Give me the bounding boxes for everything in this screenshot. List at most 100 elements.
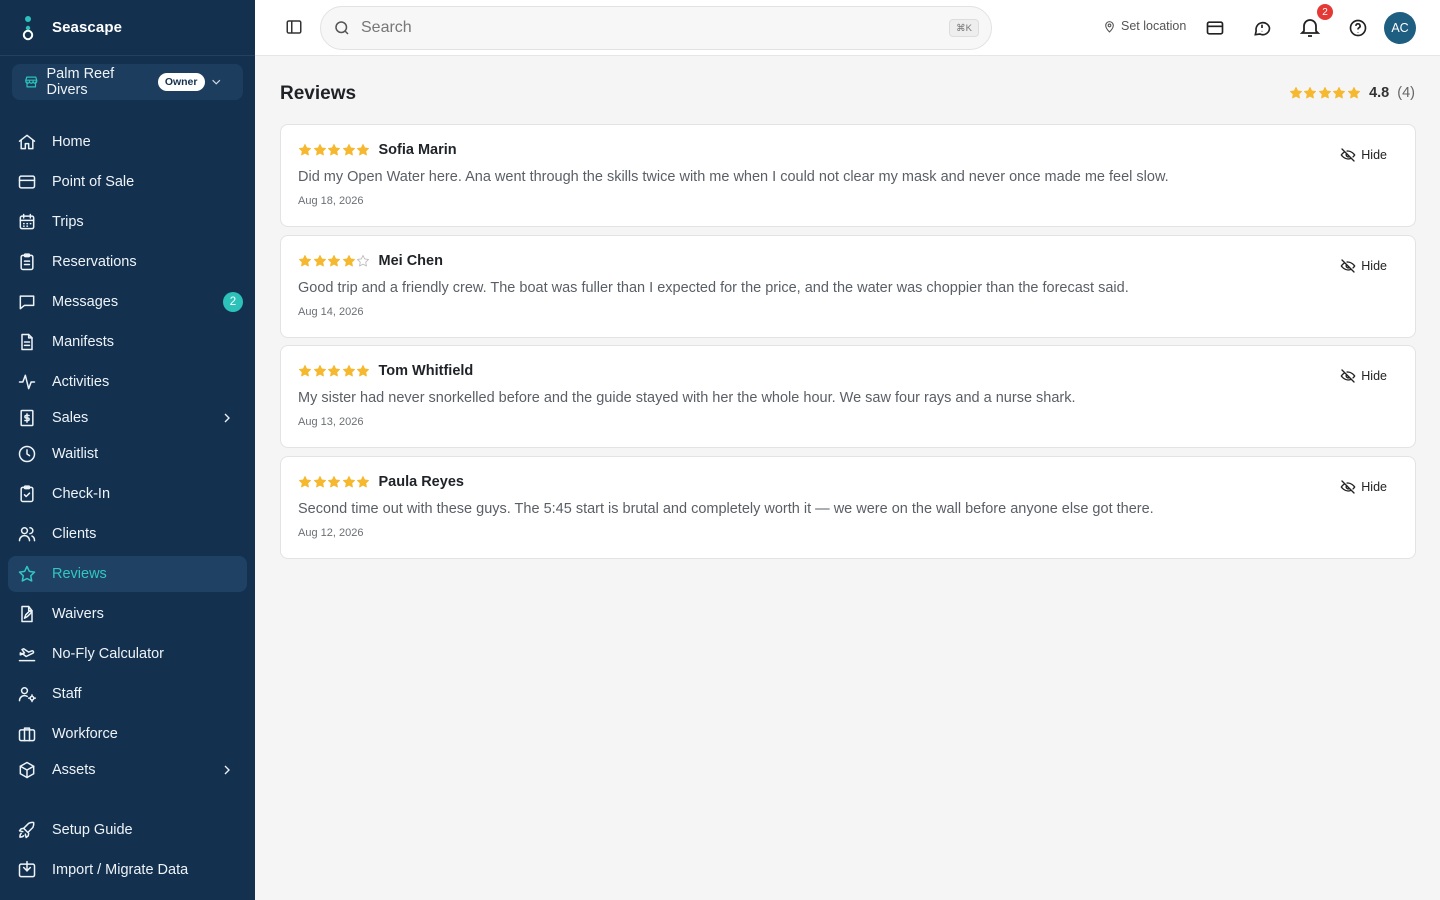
star-filled-icon (1289, 87, 1302, 99)
hide-label: Hide (1361, 480, 1387, 494)
average-stars (1289, 86, 1362, 100)
hide-review-button[interactable]: Hide (1340, 368, 1387, 384)
sidebar-item-waitlist[interactable]: Waitlist (8, 436, 247, 472)
sidebar-item-reservations[interactable]: Reservations (8, 244, 247, 280)
store-icon (25, 76, 38, 88)
review-stars (298, 143, 371, 157)
sidebar-item-label: Staff (52, 686, 82, 702)
star-icon (17, 564, 37, 584)
clock-icon (17, 444, 37, 464)
avatar[interactable]: AC (1384, 12, 1416, 44)
review-date: Aug 14, 2026 (298, 306, 364, 318)
star-filled-icon (342, 476, 355, 488)
review-text: Good trip and a friendly crew. The boat … (298, 280, 1129, 296)
sidebar-item-import-migrate-data[interactable]: Import / Migrate Data (8, 852, 247, 888)
bell-icon[interactable] (1298, 15, 1322, 39)
search-shortcut: ⌘K (949, 19, 979, 37)
user-cog-icon (17, 684, 37, 704)
star-filled-icon (1304, 87, 1317, 99)
star-filled-icon (328, 365, 340, 377)
sidebar-item-label: Check-In (52, 486, 111, 502)
sidebar: Seascape Palm Reef Divers Owner Home Poin… (0, 0, 255, 900)
review-text: Second time out with these guys. The 5:4… (298, 501, 1154, 517)
sidebar-item-label: Point of Sale (52, 174, 135, 190)
star-filled-icon (328, 255, 340, 267)
clipboard-check-icon (17, 484, 37, 504)
sidebar-item-label: Manifests (52, 334, 115, 350)
card-icon[interactable] (1205, 18, 1225, 38)
activity-icon (17, 372, 37, 392)
star-filled-icon (299, 365, 311, 377)
brand-name: Seascape (52, 19, 123, 36)
sidebar-item-no-fly-calculator[interactable]: No-Fly Calculator (8, 636, 247, 672)
star-filled-icon (357, 144, 369, 156)
box-icon (17, 760, 37, 780)
sidebar-item-label: Sales (52, 410, 89, 426)
hide-review-button[interactable]: Hide (1340, 258, 1387, 274)
map-pin-icon (1105, 20, 1114, 33)
review-date: Aug 18, 2026 (298, 195, 364, 207)
unread-badge: 2 (223, 292, 243, 312)
sidebar-item-sales[interactable]: Sales (8, 400, 247, 436)
feedback-icon[interactable] (1252, 18, 1272, 38)
review-header: Sofia Marin (298, 142, 457, 158)
sidebar-item-activities[interactable]: Activities (8, 364, 247, 400)
set-location-button[interactable]: Set location (1103, 19, 1186, 33)
chevron-right-icon (224, 413, 230, 423)
sidebar-item-label: Activities (52, 374, 110, 390)
sidebar-item-check-in[interactable]: Check-In (8, 476, 247, 512)
sidebar-item-clients[interactable]: Clients (8, 516, 247, 552)
sidebar-item-reviews[interactable]: Reviews (8, 556, 247, 592)
star-filled-icon (1318, 87, 1331, 99)
sidebar-item-messages[interactable]: Messages 2 (8, 284, 247, 320)
sidebar-item-label: Import / Migrate Data (52, 862, 189, 878)
sidebar-item-waivers[interactable]: Waivers (8, 596, 247, 632)
receipt-icon (17, 408, 37, 428)
average-rating: 4.8 (1369, 85, 1390, 101)
hide-review-button[interactable]: Hide (1340, 147, 1387, 163)
sidebar-item-point-of-sale[interactable]: Point of Sale (8, 164, 247, 200)
credit-card-icon (17, 172, 37, 192)
home-icon (17, 132, 37, 152)
chevron-down-icon (211, 79, 220, 85)
eye-off-icon (1340, 480, 1356, 494)
star-filled-icon (1347, 87, 1360, 99)
message-icon (17, 292, 37, 312)
sidebar-item-label: Workforce (52, 726, 118, 742)
role-badge: Owner (157, 73, 205, 91)
brand[interactable]: Seascape (0, 0, 255, 56)
review-stars (298, 364, 371, 378)
rating-summary: 4.8 (4) (1289, 85, 1415, 101)
page-title: Reviews (280, 83, 357, 104)
org-switcher[interactable]: Palm Reef Divers Owner (12, 64, 243, 100)
sidebar-item-label: Assets (52, 762, 96, 778)
sidebar-item-trips[interactable]: Trips (8, 204, 247, 240)
sidebar-item-home[interactable]: Home (8, 124, 247, 160)
plane-icon (17, 644, 37, 664)
sidebar-item-staff[interactable]: Staff (8, 676, 247, 712)
eye-off-icon (1340, 148, 1356, 162)
star-filled-icon (342, 255, 355, 267)
sidebar-item-label: Trips (52, 214, 84, 230)
search-bar[interactable]: ⌘K (320, 6, 992, 50)
search-input[interactable] (361, 19, 921, 37)
sidebar-item-label: Reviews (52, 566, 107, 582)
sidebar-item-workforce[interactable]: Workforce (8, 716, 247, 752)
sidebar-item-manifests[interactable]: Manifests (8, 324, 247, 360)
star-filled-icon (357, 365, 369, 377)
sidebar-item-label: Home (52, 134, 91, 150)
review-stars (298, 475, 371, 489)
sidebar-item-setup-guide[interactable]: Setup Guide (8, 812, 247, 848)
seascape-logo-icon (22, 15, 34, 40)
set-location-label: Set location (1121, 19, 1187, 33)
sidebar-toggle-icon[interactable] (285, 18, 303, 36)
sidebar-item-label: Reservations (52, 254, 137, 270)
hide-review-button[interactable]: Hide (1340, 479, 1387, 495)
hide-label: Hide (1361, 259, 1387, 273)
eye-off-icon (1340, 369, 1356, 383)
review-header: Paula Reyes (298, 474, 464, 490)
star-filled-icon (328, 144, 340, 156)
help-icon[interactable] (1348, 18, 1368, 38)
review-card: Tom Whitfield My sister had never snorkel… (280, 345, 1416, 448)
sidebar-item-assets[interactable]: Assets (8, 752, 247, 788)
